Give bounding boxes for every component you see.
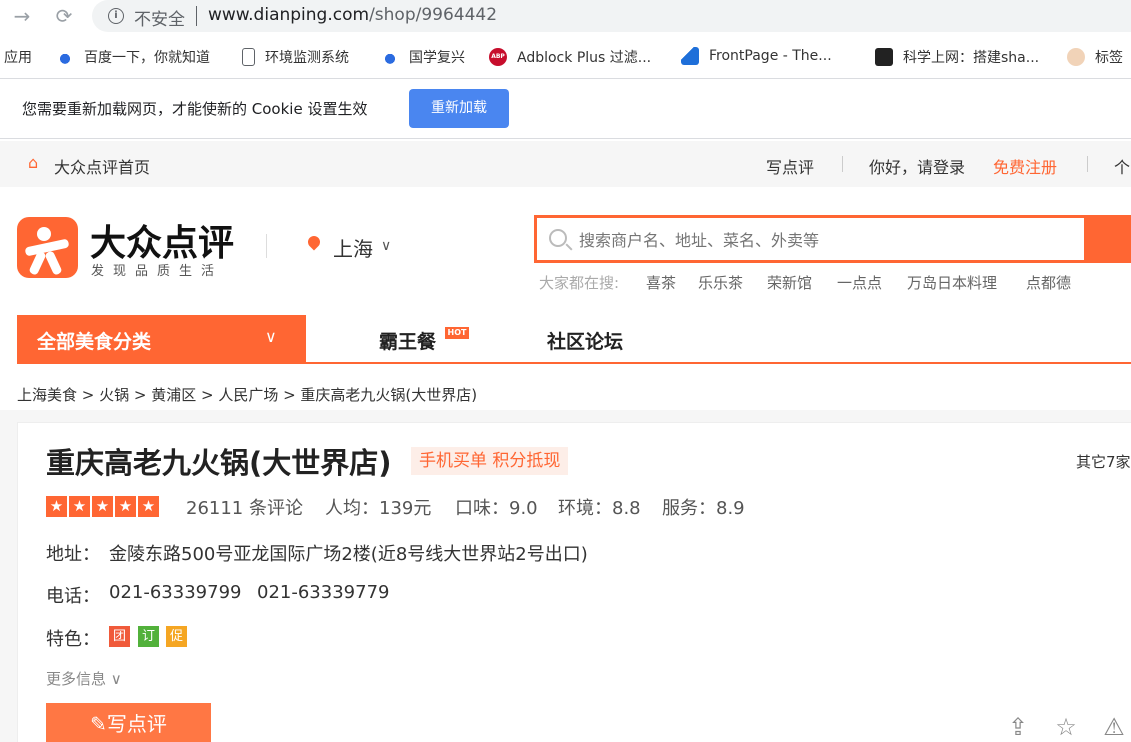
logo-slogan: 发现品质生活 bbox=[91, 264, 224, 279]
group-buy-badge[interactable]: 团 bbox=[109, 626, 130, 647]
favorite-star-icon[interactable]: ☆ bbox=[1052, 713, 1080, 741]
browser-address-bar: → ⟳ i 不安全 www.dianping.com/shop/9964442 bbox=[0, 0, 1131, 32]
location-pin-icon bbox=[305, 233, 323, 251]
baidu-paw-icon bbox=[381, 48, 399, 66]
features-label: 特色： bbox=[46, 629, 100, 650]
phone-label: 电话： bbox=[46, 586, 100, 607]
bookmark-apps[interactable]: 应用 bbox=[4, 47, 32, 67]
bookmark-frontpage[interactable]: FrontPage - The... bbox=[681, 47, 832, 65]
star-rating: ★ ★ ★ ★ ★ bbox=[46, 496, 159, 517]
hot-search-item[interactable]: 一点点 bbox=[837, 272, 882, 293]
url-separator bbox=[196, 6, 197, 26]
hot-search-item[interactable]: 荣新馆 bbox=[767, 272, 812, 293]
star-icon: ★ bbox=[92, 496, 113, 517]
reload-page-button[interactable]: 重新加载 bbox=[409, 89, 509, 128]
omnibox[interactable]: i 不安全 www.dianping.com/shop/9964442 bbox=[92, 0, 1131, 32]
header-divider bbox=[266, 234, 267, 258]
more-info-toggle[interactable]: 更多信息 ∨ bbox=[46, 668, 122, 689]
star-icon: ★ bbox=[69, 496, 90, 517]
bookmark-science[interactable]: 科学上网：搭建sha... bbox=[875, 47, 1039, 67]
hot-search-item[interactable]: 万岛日本料理 bbox=[907, 272, 997, 293]
hot-search-item[interactable]: 喜茶 bbox=[646, 272, 676, 293]
report-warning-icon[interactable]: ⚠ bbox=[1100, 713, 1128, 741]
chevron-down-icon[interactable]: ∨ bbox=[381, 238, 391, 254]
topbar-divider bbox=[1087, 156, 1088, 172]
avg-price: 人均：139元 bbox=[325, 498, 432, 519]
bookmark-tags[interactable]: 标签 bbox=[1067, 47, 1123, 67]
personal-center-link[interactable]: 个 bbox=[1114, 154, 1130, 178]
city-selector[interactable]: 上海 bbox=[333, 233, 373, 262]
document-icon bbox=[242, 48, 255, 66]
hot-search-label: 大家都在搜: bbox=[539, 274, 620, 292]
avatar-favicon-icon bbox=[1067, 48, 1085, 66]
review-count[interactable]: 26111 条评论 bbox=[186, 494, 303, 520]
category-menu-label: 全部美食分类 bbox=[37, 331, 152, 353]
search-input[interactable] bbox=[579, 227, 1069, 253]
other-branches-link[interactable]: 其它7家 bbox=[1076, 451, 1131, 472]
bookmark-guoxue[interactable]: 国学复兴 bbox=[381, 47, 465, 67]
hot-badge: HOT bbox=[445, 327, 469, 339]
address-label: 地址： bbox=[46, 544, 100, 565]
bookmarks-bar: 应用 百度一下，你就知道 环境监测系统 国学复兴 ABP Adblock Plus… bbox=[0, 40, 1131, 72]
infobar-message: 您需要重新加载网页，才能使新的 Cookie 设置生效 bbox=[22, 100, 368, 118]
pencil-icon: ✎ bbox=[90, 712, 107, 736]
insecure-label: 不安全 bbox=[134, 10, 185, 30]
nav-free-meal[interactable]: 霸王餐 bbox=[379, 327, 436, 354]
dianping-logo-icon[interactable] bbox=[17, 217, 78, 278]
search-button[interactable] bbox=[1084, 215, 1131, 263]
star-icon: ★ bbox=[46, 496, 67, 517]
site-topbar: ⌂ 大众点评首页 写点评 你好，请登录 免费注册 个 bbox=[0, 141, 1131, 187]
breadcrumb[interactable]: 上海美食 > 火锅 > 黄浦区 > 人民广场 > 重庆高老九火锅(大世界店) bbox=[17, 384, 477, 405]
logo-name[interactable]: 大众点评 bbox=[90, 214, 234, 266]
chevron-down-icon: ∨ bbox=[110, 670, 122, 688]
home-icon[interactable]: ⌂ bbox=[28, 155, 44, 171]
phone-number: 021-63339799 bbox=[109, 582, 242, 603]
phone-number: 021-63339779 bbox=[257, 582, 390, 603]
bookmark-env-monitor[interactable]: 环境监测系统 bbox=[242, 47, 349, 67]
promo-tag[interactable]: 手机买单 积分抵现 bbox=[411, 447, 569, 475]
register-link[interactable]: 免费注册 bbox=[993, 154, 1057, 178]
url-text[interactable]: www.dianping.com/shop/9964442 bbox=[208, 5, 497, 25]
reload-icon[interactable]: ⟳ bbox=[52, 4, 76, 28]
nav-underline bbox=[17, 362, 1131, 364]
login-link[interactable]: 你好，请登录 bbox=[869, 154, 965, 178]
bookmark-favicon-icon bbox=[875, 48, 893, 66]
shark-fin-icon bbox=[681, 47, 699, 65]
all-food-category-menu[interactable]: 全部美食分类 ∨ bbox=[17, 315, 306, 363]
bookmark-baidu[interactable]: 百度一下，你就知道 bbox=[56, 47, 210, 67]
forward-arrow-icon[interactable]: → bbox=[10, 4, 34, 28]
home-link[interactable]: 大众点评首页 bbox=[54, 154, 150, 178]
share-icon[interactable]: ⇪ bbox=[1004, 713, 1032, 741]
write-review-link[interactable]: 写点评 bbox=[766, 154, 814, 178]
booking-badge[interactable]: 订 bbox=[138, 626, 159, 647]
chevron-down-icon: ∨ bbox=[265, 327, 277, 346]
hot-search-item[interactable]: 点都德 bbox=[1026, 272, 1071, 293]
search-icon bbox=[549, 229, 567, 247]
write-review-button[interactable]: ✎写点评 bbox=[46, 703, 211, 742]
info-icon[interactable]: i bbox=[108, 8, 124, 24]
baidu-paw-icon bbox=[56, 48, 74, 66]
bookmark-adblock[interactable]: ABP Adblock Plus 过滤... bbox=[489, 47, 651, 67]
nav-forum[interactable]: 社区论坛 bbox=[547, 327, 623, 354]
search-box[interactable] bbox=[534, 215, 1084, 263]
star-icon: ★ bbox=[115, 496, 136, 517]
hot-search-item[interactable]: 乐乐茶 bbox=[698, 272, 743, 293]
service-score: 服务：8.9 bbox=[662, 498, 745, 519]
star-icon: ★ bbox=[138, 496, 159, 517]
topbar-divider bbox=[842, 156, 843, 172]
taste-score: 口味：9.0 bbox=[455, 498, 538, 519]
shop-title: 重庆高老九火锅(大世界店) bbox=[46, 446, 392, 480]
promotion-badge[interactable]: 促 bbox=[166, 626, 187, 647]
adblock-plus-icon: ABP bbox=[489, 48, 507, 66]
cookie-infobar: 您需要重新加载网页，才能使新的 Cookie 设置生效 重新加载 bbox=[0, 79, 1131, 139]
address-value: 金陵东路500号亚龙国际广场2楼(近8号线大世界站2号出口) bbox=[109, 544, 588, 565]
environment-score: 环境：8.8 bbox=[558, 498, 641, 519]
